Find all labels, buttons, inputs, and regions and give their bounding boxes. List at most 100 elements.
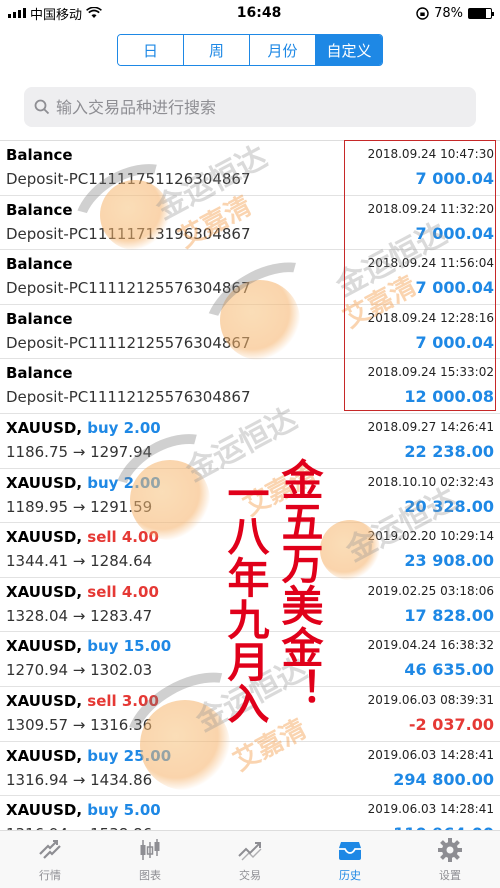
rotation-lock-icon xyxy=(416,6,429,20)
period-segmented-control: 日 周 月份 自定义 xyxy=(117,34,383,66)
symbol-name: Balance xyxy=(6,364,73,383)
symbol-name: Balance xyxy=(6,146,73,164)
row-amount: 294 800.00 xyxy=(393,769,494,789)
trade-action: sell 4.00 xyxy=(87,582,159,601)
row-detail: Deposit-PC11111751126304867 xyxy=(6,170,251,188)
row-symbol: XAUUSD, buy 2.00 xyxy=(6,419,161,437)
row-datetime: 2018.09.24 11:32:20 xyxy=(367,201,494,216)
history-list[interactable]: Balance Deposit-PC11111751126304867 2018.0… xyxy=(0,140,500,830)
row-detail: Deposit-PC11112125576304867 xyxy=(6,279,251,298)
history-row[interactable]: XAUUSD, buy 5.001316.94 → 1538.862019.06… xyxy=(0,796,500,830)
row-symbol: Balance xyxy=(6,310,73,328)
history-row[interactable]: XAUUSD, buy 25.00 1316.94 → 1434.86 2019.0… xyxy=(0,742,500,797)
row-amount: 7 000.04 xyxy=(415,278,494,298)
search-input[interactable] xyxy=(56,97,466,117)
row-amount: 46 635.00 xyxy=(404,660,494,680)
history-icon xyxy=(339,842,361,860)
row-amount: 7 000.04 xyxy=(415,169,494,188)
clock: 16:48 xyxy=(236,5,282,21)
segment-day[interactable]: 日 xyxy=(118,35,184,65)
history-row[interactable]: Balance Deposit-PC11111713196304867 2018.0… xyxy=(0,196,500,251)
tab-label: 设置 xyxy=(439,869,461,882)
row-datetime: 2018.09.24 11:56:04 xyxy=(367,256,494,271)
row-detail: 1328.04 → 1283.47 xyxy=(6,606,153,625)
segment-week[interactable]: 周 xyxy=(184,35,250,65)
tab-chart[interactable]: 图表 xyxy=(100,831,200,888)
row-symbol: XAUUSD, buy 2.00 xyxy=(6,474,161,492)
trade-action: sell 3.00 xyxy=(87,691,159,710)
tab-trade[interactable]: 交易 xyxy=(200,831,300,888)
history-row[interactable]: Balance Deposit-PC11112125576304867 2018.0… xyxy=(0,250,500,305)
quotes-icon xyxy=(39,840,61,859)
row-amount: -2 037.00 xyxy=(408,714,494,734)
symbol-name: XAUUSD, xyxy=(6,691,83,710)
row-symbol: Balance xyxy=(6,364,73,382)
row-symbol: XAUUSD, buy 25.00 xyxy=(6,747,171,765)
row-datetime: 2019.06.03 14:28:41 xyxy=(367,747,494,762)
row-datetime: 2018.10.10 02:32:43 xyxy=(367,474,494,489)
row-symbol: XAUUSD, buy 15.00 xyxy=(6,637,171,655)
tab-label: 图表 xyxy=(139,869,161,882)
trade-action: buy 2.00 xyxy=(87,473,161,492)
history-row[interactable]: Balance Deposit-PC11112125576304867 2018.0… xyxy=(0,305,500,360)
search-icon xyxy=(34,99,50,115)
trade-icon xyxy=(238,842,262,861)
history-row[interactable]: XAUUSD, buy 15.00 1270.94 → 1302.03 2019.0… xyxy=(0,632,500,687)
trade-action: sell 4.00 xyxy=(87,528,159,547)
trade-action: buy 5.00 xyxy=(87,801,161,820)
search-box[interactable] xyxy=(24,87,476,127)
symbol-name: Balance xyxy=(6,255,73,274)
symbol-name: XAUUSD, xyxy=(6,418,83,437)
status-bar: 中国移动 16:48 78% xyxy=(0,0,500,26)
history-row[interactable]: XAUUSD, sell 4.00 1344.41 → 1284.64 2019.0… xyxy=(0,523,500,578)
history-row[interactable]: XAUUSD, buy 2.00 1189.95 → 1291.59 2018.10… xyxy=(0,469,500,524)
battery-icon xyxy=(468,7,494,19)
signal-icon xyxy=(8,8,26,18)
symbol-name: XAUUSD, xyxy=(6,746,83,765)
row-amount: 17 828.00 xyxy=(404,605,494,625)
segment-custom[interactable]: 自定义 xyxy=(316,35,382,65)
row-datetime: 2019.02.20 10:29:14 xyxy=(367,529,494,544)
search-area xyxy=(0,74,500,140)
history-row[interactable]: XAUUSD, sell 4.00 1328.04 → 1283.47 2019.0… xyxy=(0,578,500,633)
symbol-name: XAUUSD, xyxy=(6,801,83,820)
trade-action: buy 25.00 xyxy=(87,746,172,765)
row-datetime: 2018.09.24 10:47:30 xyxy=(367,147,494,161)
row-amount: 22 238.00 xyxy=(404,441,494,461)
row-amount: 12 000.08 xyxy=(404,387,494,407)
row-datetime: 2019.06.03 08:39:31 xyxy=(367,692,494,707)
row-datetime: 2019.04.24 16:38:32 xyxy=(367,638,494,653)
carrier-name: 中国移动 xyxy=(30,7,83,23)
row-detail: Deposit-PC11111713196304867 xyxy=(6,224,251,243)
symbol-name: Balance xyxy=(6,200,73,219)
row-symbol: XAUUSD, sell 4.00 xyxy=(6,583,159,601)
tab-settings[interactable]: 设置 xyxy=(400,831,500,888)
symbol-name: XAUUSD, xyxy=(6,528,83,547)
row-amount: 7 000.04 xyxy=(415,332,494,352)
row-detail: 1189.95 → 1291.59 xyxy=(6,497,153,516)
history-row[interactable]: Balance Deposit-PC11111751126304867 2018.0… xyxy=(0,141,500,196)
segment-month[interactable]: 月份 xyxy=(250,35,316,65)
row-datetime: 2018.09.24 15:33:02 xyxy=(367,365,494,380)
history-row[interactable]: Balance Deposit-PC11112125576304867 2018.0… xyxy=(0,359,500,414)
period-selector-bar: 日 周 月份 自定义 xyxy=(0,26,500,74)
tab-history[interactable]: 历史 xyxy=(300,831,400,888)
row-symbol: XAUUSD, sell 3.00 xyxy=(6,692,159,710)
row-detail: 1186.75 → 1297.94 xyxy=(6,442,153,461)
symbol-name: XAUUSD, xyxy=(6,582,83,601)
wifi-icon xyxy=(86,7,102,18)
history-row[interactable]: XAUUSD, sell 3.00 1309.57 → 1316.36 2019.0… xyxy=(0,687,500,742)
row-symbol: Balance xyxy=(6,201,73,219)
history-row[interactable]: XAUUSD, buy 2.00 1186.75 → 1297.94 2018.09… xyxy=(0,414,500,469)
row-detail: 1344.41 → 1284.64 xyxy=(6,552,153,571)
trade-action: buy 2.00 xyxy=(87,418,161,437)
row-symbol: XAUUSD, sell 4.00 xyxy=(6,528,159,546)
tab-label: 历史 xyxy=(339,869,361,882)
symbol-name: Balance xyxy=(6,309,73,328)
row-amount: 23 908.00 xyxy=(404,551,494,571)
tab-quotes[interactable]: 行情 xyxy=(0,831,100,888)
tab-label: 交易 xyxy=(239,869,261,882)
row-amount: 7 000.04 xyxy=(415,223,494,243)
row-symbol: Balance xyxy=(6,146,73,164)
row-symbol: Balance xyxy=(6,255,73,273)
